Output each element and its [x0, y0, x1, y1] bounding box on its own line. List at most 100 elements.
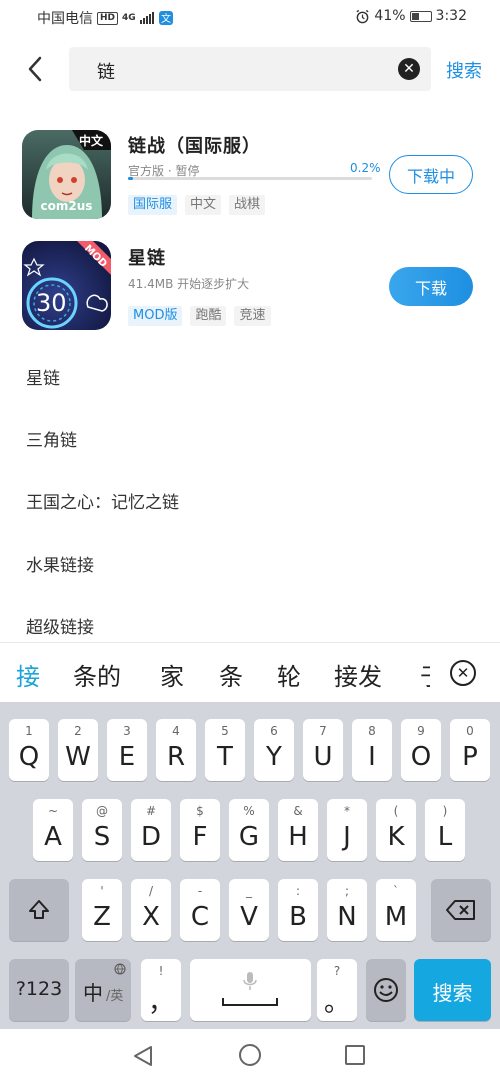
- symbols-key[interactable]: ?123: [9, 959, 69, 1021]
- key-r[interactable]: 4R: [156, 719, 196, 781]
- key-d[interactable]: # D: [131, 799, 171, 861]
- app-icon: MOD 30: [22, 241, 111, 330]
- tag: 跑酷: [190, 306, 227, 326]
- emoji-icon: [374, 978, 398, 1002]
- app-tags: MOD版 跑酷 竞速: [128, 306, 271, 326]
- tag: 竞速: [234, 306, 271, 326]
- suggestion-item[interactable]: 王国之心：记忆之链: [26, 488, 179, 513]
- close-candidates-button[interactable]: ✕: [450, 660, 476, 686]
- candidate-word[interactable]: 于: [420, 657, 430, 689]
- microphone-icon: [243, 972, 257, 990]
- download-button[interactable]: 下载: [389, 267, 473, 306]
- period-key[interactable]: ?。: [317, 959, 357, 1021]
- candidate-word[interactable]: 家: [160, 657, 184, 692]
- app-title: 星链: [128, 248, 166, 269]
- key-alt-label: /英: [106, 989, 124, 1004]
- key-label: X: [142, 902, 160, 932]
- key-label: H: [288, 822, 308, 852]
- close-icon: ✕: [403, 61, 415, 77]
- key-e[interactable]: 3E: [107, 719, 147, 781]
- suggestion-item[interactable]: 水果链接: [26, 551, 94, 576]
- app-tags: 国际服 中文 战棋: [128, 195, 266, 215]
- language-switch-key[interactable]: 中 /英: [75, 959, 131, 1021]
- key-v[interactable]: _ V: [229, 879, 269, 941]
- candidate-word[interactable]: 接: [16, 657, 40, 692]
- keyboard: 1Q 2W 3E 4R 5T 6Y 7U 8I 9O 0P ~ A @ S # D $…: [0, 702, 500, 1029]
- key-h[interactable]: & H: [278, 799, 318, 861]
- key-label: O: [410, 742, 432, 772]
- key-a[interactable]: ~ A: [33, 799, 73, 861]
- key-label: N: [337, 902, 357, 932]
- key-hint: 3: [123, 724, 131, 738]
- key-hint: :: [295, 884, 301, 898]
- space-key[interactable]: [190, 959, 311, 1021]
- key-n[interactable]: ; N: [327, 879, 367, 941]
- search-query-text: 链: [97, 62, 115, 83]
- key-x[interactable]: / X: [131, 879, 171, 941]
- backspace-key[interactable]: [431, 879, 491, 941]
- app-result-item[interactable]: MOD 30 星链 41.4MB 开始逐步扩大 MOD版 跑酷 竞速 下载: [0, 240, 500, 340]
- key-u[interactable]: 7U: [303, 719, 343, 781]
- nav-recents-icon[interactable]: [345, 1045, 365, 1065]
- tag: 战棋: [229, 195, 266, 215]
- suggestion-item[interactable]: 星链: [26, 364, 60, 389]
- key-f[interactable]: $ F: [180, 799, 220, 861]
- key-w[interactable]: 2W: [58, 719, 98, 781]
- key-hint: 8: [368, 724, 376, 738]
- key-j[interactable]: * J: [327, 799, 367, 861]
- key-hint: -: [197, 884, 203, 898]
- key-label: R: [166, 742, 186, 772]
- suggestion-item[interactable]: 三角链: [26, 426, 77, 451]
- search-button[interactable]: 搜索: [446, 57, 482, 83]
- comma-key[interactable]: !，: [141, 959, 181, 1021]
- status-right: 41% 3:32: [355, 8, 467, 24]
- key-t[interactable]: 5T: [205, 719, 245, 781]
- key-p[interactable]: 0P: [450, 719, 490, 781]
- key-label: ，: [147, 988, 174, 1018]
- key-label: T: [217, 742, 233, 772]
- key-b[interactable]: :B: [278, 879, 318, 941]
- key-l[interactable]: ) L: [425, 799, 465, 861]
- search-input[interactable]: 链 ✕: [69, 47, 431, 91]
- key-k[interactable]: (K: [376, 799, 416, 861]
- key-s[interactable]: @ S: [82, 799, 122, 861]
- candidate-word[interactable]: 条: [219, 657, 243, 692]
- key-label: A: [44, 822, 62, 852]
- status-left: 中国电信 HD 4G 文: [37, 8, 174, 28]
- candidate-word[interactable]: 条的: [73, 657, 121, 692]
- key-label: Y: [266, 742, 282, 772]
- key-label: F: [192, 822, 208, 852]
- back-button[interactable]: [20, 52, 50, 86]
- status-bar: 中国电信 HD 4G 文 41% 3:32: [0, 0, 500, 34]
- key-label: 。: [323, 988, 350, 1018]
- key-label: Z: [93, 902, 111, 932]
- search-enter-key[interactable]: 搜索: [414, 959, 491, 1021]
- signal-icon: [139, 12, 154, 24]
- key-label: V: [240, 902, 258, 932]
- candidate-word[interactable]: 轮: [277, 657, 301, 692]
- key-q[interactable]: 1Q: [9, 719, 49, 781]
- key-hint: ;: [344, 884, 350, 898]
- key-m[interactable]: ` M: [376, 879, 416, 941]
- clear-search-button[interactable]: ✕: [398, 58, 420, 80]
- key-hint: $: [196, 804, 204, 818]
- emoji-key[interactable]: [366, 959, 406, 1021]
- nav-home-icon[interactable]: [239, 1044, 261, 1066]
- key-i[interactable]: 8I: [352, 719, 392, 781]
- key-hint: 9: [417, 724, 425, 738]
- app-icon: 中文 com2us: [22, 130, 111, 219]
- key-hint: ~: [47, 804, 59, 818]
- key-y[interactable]: 6Y: [254, 719, 294, 781]
- key-o[interactable]: 9O: [401, 719, 441, 781]
- battery-percent: 41%: [374, 8, 406, 24]
- app-result-item[interactable]: 中文 com2us 链战（国际服） 官方版 · 暂停 0.2% 国际服 中文 战…: [0, 128, 500, 228]
- suggestion-item[interactable]: 超级链接: [26, 613, 94, 638]
- nav-back-icon[interactable]: [131, 1044, 155, 1068]
- key-g[interactable]: % G: [229, 799, 269, 861]
- downloading-button[interactable]: 下载中: [389, 155, 473, 194]
- shift-key[interactable]: [9, 879, 69, 941]
- key-c[interactable]: -C: [180, 879, 220, 941]
- key-hint: 5: [221, 724, 229, 738]
- key-z[interactable]: ' Z: [82, 879, 122, 941]
- candidate-word[interactable]: 接发: [334, 657, 382, 692]
